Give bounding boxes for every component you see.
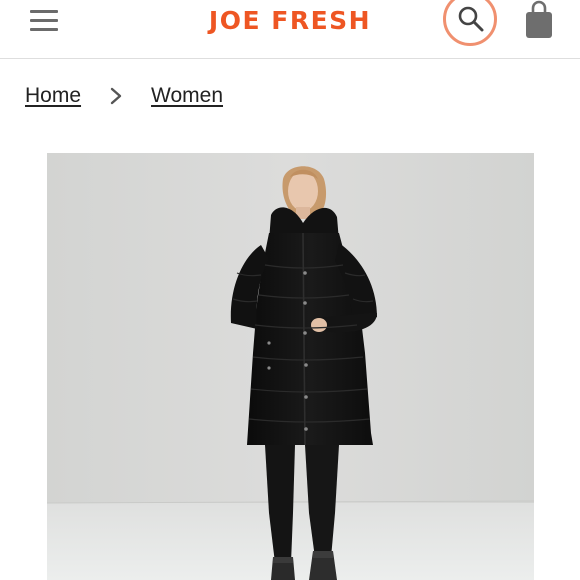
cart-button[interactable] (524, 0, 554, 40)
search-icon (458, 6, 484, 32)
breadcrumb-women-link[interactable]: Women (151, 84, 223, 108)
hamburger-menu-icon-bar (30, 19, 58, 22)
product-image[interactable] (47, 153, 534, 580)
breadcrumb: Home Women (25, 80, 223, 112)
product-page: JOE FRESH Home Women (0, 0, 580, 580)
search-button[interactable] (443, 0, 497, 46)
site-header: JOE FRESH (0, 0, 580, 59)
shopping-bag-icon (526, 0, 552, 38)
hamburger-menu-icon (30, 10, 58, 13)
product-photo (47, 153, 534, 580)
hamburger-menu-icon-bar (30, 28, 58, 31)
breadcrumb-home-link[interactable]: Home (25, 84, 81, 108)
chevron-right-icon (110, 87, 122, 105)
menu-button[interactable] (30, 10, 58, 32)
